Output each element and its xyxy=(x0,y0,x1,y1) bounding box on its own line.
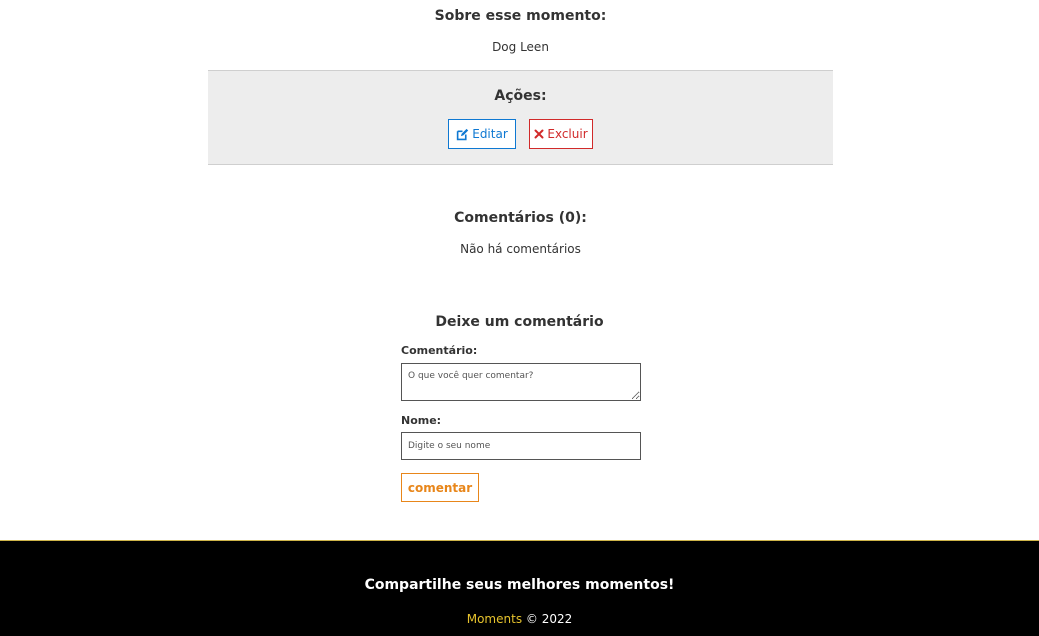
comment-label: Comentário: xyxy=(401,344,478,357)
about-description: Dog Leen xyxy=(492,40,549,54)
delete-button-label: Excluir xyxy=(547,127,588,141)
name-input[interactable] xyxy=(401,432,641,460)
about-title: Sobre esse momento: xyxy=(434,8,607,24)
delete-button[interactable]: Excluir xyxy=(529,119,593,149)
comments-empty-text: Não há comentários xyxy=(460,242,581,256)
close-icon xyxy=(534,129,544,139)
moment-page: Sobre esse momento: Dog Leen Ações: Edit… xyxy=(0,0,1039,636)
footer-brand: Moments xyxy=(466,612,523,626)
actions-title: Ações: xyxy=(494,88,547,104)
edit-icon xyxy=(456,128,469,141)
about-section: Sobre esse momento: Dog Leen xyxy=(208,0,833,70)
actions-section: Ações: Editar Excluir xyxy=(208,70,833,165)
footer-copyright-line: Moments © 2022 xyxy=(0,612,1039,626)
footer: Compartilhe seus melhores momentos! Mome… xyxy=(0,540,1039,636)
footer-tagline: Compartilhe seus melhores momentos! xyxy=(364,577,675,593)
comment-submit-button[interactable]: comentar xyxy=(401,473,479,502)
comment-textarea[interactable] xyxy=(401,363,641,401)
edit-button[interactable]: Editar xyxy=(448,119,516,149)
name-label: Nome: xyxy=(401,414,442,427)
comment-form-title: Deixe um comentário xyxy=(435,314,604,330)
comments-title: Comentários (0): xyxy=(454,210,587,226)
edit-button-label: Editar xyxy=(472,127,508,141)
footer-copyright: © 2022 xyxy=(525,612,573,626)
